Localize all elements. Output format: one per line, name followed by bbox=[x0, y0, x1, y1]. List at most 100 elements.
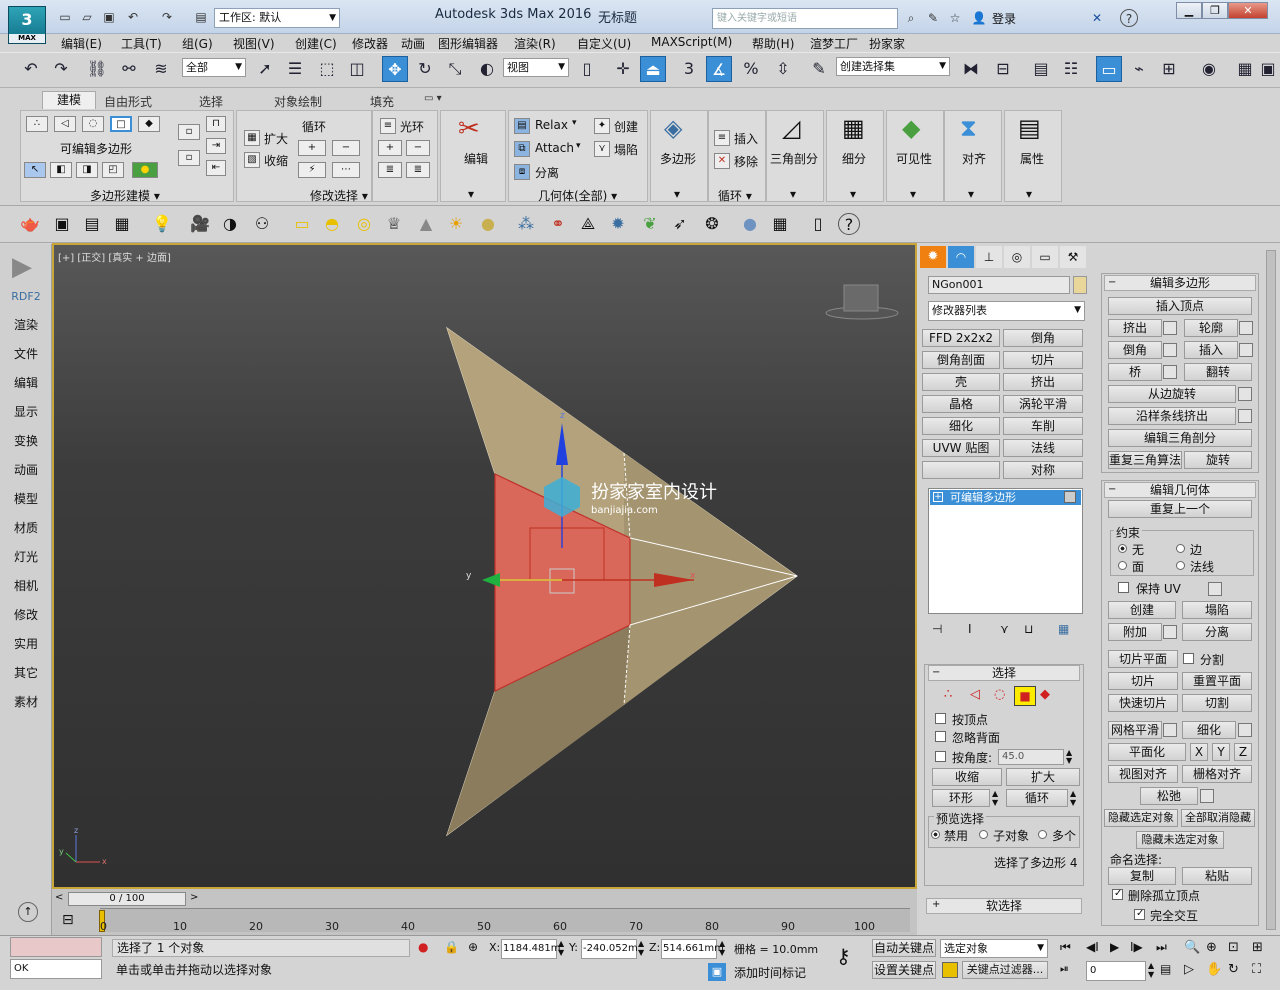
grid-align-button[interactable]: 栅格对齐 bbox=[1182, 765, 1252, 783]
vertex-mode-icon[interactable]: ∴ bbox=[26, 116, 48, 132]
cut-button[interactable]: 切割 bbox=[1182, 694, 1252, 712]
sidebar-logo-icon[interactable]: ▶ bbox=[12, 252, 42, 282]
select-scale-icon[interactable]: ⤡ bbox=[442, 56, 468, 82]
stack-visibility-icon[interactable] bbox=[1064, 491, 1076, 503]
detach-icon[interactable]: ⧈ bbox=[514, 164, 530, 180]
motion-tab-icon[interactable]: ◎ bbox=[1004, 246, 1030, 268]
properties-icon[interactable]: ▤ bbox=[1018, 114, 1041, 142]
ribbon-tris-label[interactable]: 三角剖分 bbox=[770, 150, 818, 167]
slice-plane-button[interactable]: 切片平面 bbox=[1108, 650, 1178, 668]
border-sel-icon[interactable]: ◌ bbox=[994, 687, 1005, 702]
reset-plane-button[interactable]: 重置平面 bbox=[1182, 672, 1252, 690]
restore-button[interactable]: ❐ bbox=[1202, 2, 1228, 19]
modifier-btn-extrude[interactable]: 挤出 bbox=[1003, 373, 1083, 391]
by-vertex-checkbox[interactable] bbox=[935, 713, 946, 724]
modifier-list-dropdown[interactable]: 修改器列表 ▼ bbox=[928, 301, 1085, 321]
sidebar-item-assets[interactable]: 素材 bbox=[0, 693, 52, 710]
retriangulate-button[interactable]: 重复三角算法 bbox=[1108, 451, 1182, 469]
attach-button[interactable]: 附加 bbox=[1108, 623, 1162, 641]
login-link[interactable]: 登录 bbox=[992, 10, 1016, 27]
polygon-sel-icon[interactable]: ■ bbox=[1014, 686, 1036, 706]
stack-item-editable-poly[interactable]: 可编辑多边形 bbox=[930, 490, 1081, 505]
modifier-btn-shell[interactable]: 壳 bbox=[922, 373, 1000, 391]
auto-key-button[interactable]: 自动关键点 bbox=[872, 939, 936, 957]
border-mode-icon[interactable]: ◌ bbox=[82, 116, 104, 132]
select-move-icon[interactable]: ✥ bbox=[382, 56, 408, 82]
ring-mode-icon[interactable]: ≣ bbox=[406, 162, 430, 178]
attach-icon[interactable]: ⧉ bbox=[514, 141, 530, 157]
ribbon-edit-label[interactable]: 编辑 bbox=[464, 150, 488, 167]
preview-multi-radio[interactable] bbox=[1038, 830, 1047, 839]
zoom-extents-icon[interactable]: ⊡ bbox=[1228, 940, 1239, 955]
help-icon-2[interactable]: ? bbox=[838, 213, 860, 235]
tab-populate[interactable]: 填充 bbox=[370, 93, 394, 110]
vr-fur-icon[interactable]: ⁂ bbox=[514, 212, 538, 236]
minimize-button[interactable]: ▁ bbox=[1176, 2, 1202, 19]
hide-selected-button[interactable]: 隐藏选定对象 bbox=[1104, 809, 1178, 827]
bridge-button[interactable]: 桥 bbox=[1108, 363, 1162, 381]
zoom-all-icon[interactable]: ⊕ bbox=[1206, 940, 1217, 955]
tessellate-button[interactable]: 细化 bbox=[1182, 721, 1236, 739]
y-coord-field[interactable]: -240.052m bbox=[581, 939, 638, 959]
extrude-button[interactable]: 挤出 bbox=[1108, 319, 1162, 337]
select-by-name-icon[interactable]: ☰ bbox=[282, 56, 308, 82]
vr-plane-obj-icon[interactable]: ⟁ bbox=[576, 212, 600, 236]
play-icon[interactable]: ▶ bbox=[1110, 940, 1119, 954]
vr-ambient-icon[interactable]: ● bbox=[476, 212, 500, 236]
next-frame-icon[interactable]: Ι▶ bbox=[1130, 940, 1143, 954]
pivot-center-icon[interactable]: ▯ bbox=[574, 56, 600, 82]
redo-icon[interactable]: ↷ bbox=[48, 56, 74, 82]
unhide-all-button[interactable]: 全部取消隐藏 bbox=[1181, 809, 1255, 827]
inset-settings-icon[interactable] bbox=[1239, 343, 1253, 357]
vertex-sel-icon[interactable]: ∴ bbox=[944, 687, 952, 702]
user-icon[interactable]: 👤 bbox=[970, 9, 988, 27]
tab-selection[interactable]: 选择 bbox=[199, 93, 223, 110]
outline-settings-icon[interactable] bbox=[1239, 321, 1253, 335]
menu-rendering[interactable]: 渲染(R) bbox=[514, 35, 556, 52]
sidebar-item-light[interactable]: 灯光 bbox=[0, 548, 52, 565]
vr-plane-icon[interactable]: ▭ bbox=[290, 212, 314, 236]
preserve-uv-checkbox[interactable] bbox=[1118, 582, 1129, 593]
isolate-pin-icon[interactable]: ● bbox=[418, 940, 428, 954]
tab-modeling[interactable]: 建模 bbox=[42, 91, 96, 109]
make-planar-button[interactable]: 平面化 bbox=[1108, 743, 1186, 761]
menu-banjiajia[interactable]: 扮家家 bbox=[869, 35, 905, 52]
goto-end-icon[interactable]: ⏭ bbox=[1156, 940, 1167, 955]
set-key-button[interactable]: 设置关键点 bbox=[872, 961, 936, 979]
track-bar-toggle-icon[interactable]: ⊟ bbox=[62, 912, 74, 928]
tessellate-settings-icon[interactable] bbox=[1238, 723, 1252, 737]
preview-off-radio[interactable] bbox=[931, 830, 940, 839]
link-icon[interactable]: ⛓ bbox=[84, 56, 110, 82]
edge-sel-icon[interactable]: ◁ bbox=[970, 687, 980, 702]
named-selection-sets-dropdown[interactable]: 创建选择集 ▼ bbox=[836, 57, 950, 76]
vr-sphere-icon[interactable]: ◎ bbox=[352, 212, 376, 236]
loop-spinner-icon[interactable]: ▲ ▼ bbox=[1070, 789, 1076, 807]
vr-spot-icon[interactable]: ▲ bbox=[414, 212, 438, 236]
sidebar-item-modify[interactable]: 修改 bbox=[0, 606, 52, 623]
orbit-icon[interactable]: ↻ bbox=[1228, 962, 1239, 977]
polygons-panel-chevron-icon[interactable]: ▾ bbox=[674, 187, 680, 202]
bridge-settings-icon[interactable] bbox=[1163, 365, 1177, 379]
relax-dropdown-icon[interactable]: ▾ bbox=[572, 118, 577, 128]
align-panel-chevron-icon[interactable]: ▾ bbox=[968, 187, 974, 202]
selection-lock-icon[interactable]: 🔒 bbox=[444, 940, 459, 954]
modifier-btn-turbosmooth[interactable]: 涡轮平滑 bbox=[1003, 395, 1083, 413]
tab-object-paint[interactable]: 对象绘制 bbox=[274, 93, 322, 110]
delete-isolated-checkbox[interactable] bbox=[1112, 888, 1123, 900]
outline-button[interactable]: 轮廓 bbox=[1184, 319, 1238, 337]
menu-render-factory[interactable]: 渲梦工厂 bbox=[810, 35, 858, 52]
light-lister-icon[interactable]: 💡 bbox=[150, 212, 174, 236]
menu-animation[interactable]: 动画 bbox=[401, 35, 425, 52]
relax-icon[interactable]: ▤ bbox=[514, 118, 530, 134]
menu-modifiers[interactable]: 修改器 bbox=[352, 35, 388, 52]
modifier-btn-bevel[interactable]: 倒角 bbox=[1003, 329, 1083, 347]
sidebar-item-material[interactable]: 材质 bbox=[0, 519, 52, 536]
grow-icon[interactable]: ▦ bbox=[244, 130, 260, 146]
by-angle-checkbox[interactable] bbox=[935, 751, 946, 762]
sidebar-item-other[interactable]: 其它 bbox=[0, 664, 52, 681]
planar-y-button[interactable]: Y bbox=[1212, 743, 1230, 761]
viewport-scene[interactable]: z x y 扮家家室内设计 banjiajia.com z x y bbox=[54, 245, 915, 887]
element-mode-icon[interactable]: ◆ bbox=[138, 116, 160, 132]
relax-button[interactable]: 松弛 bbox=[1140, 787, 1198, 805]
percent-snap-icon[interactable]: % bbox=[738, 56, 764, 82]
